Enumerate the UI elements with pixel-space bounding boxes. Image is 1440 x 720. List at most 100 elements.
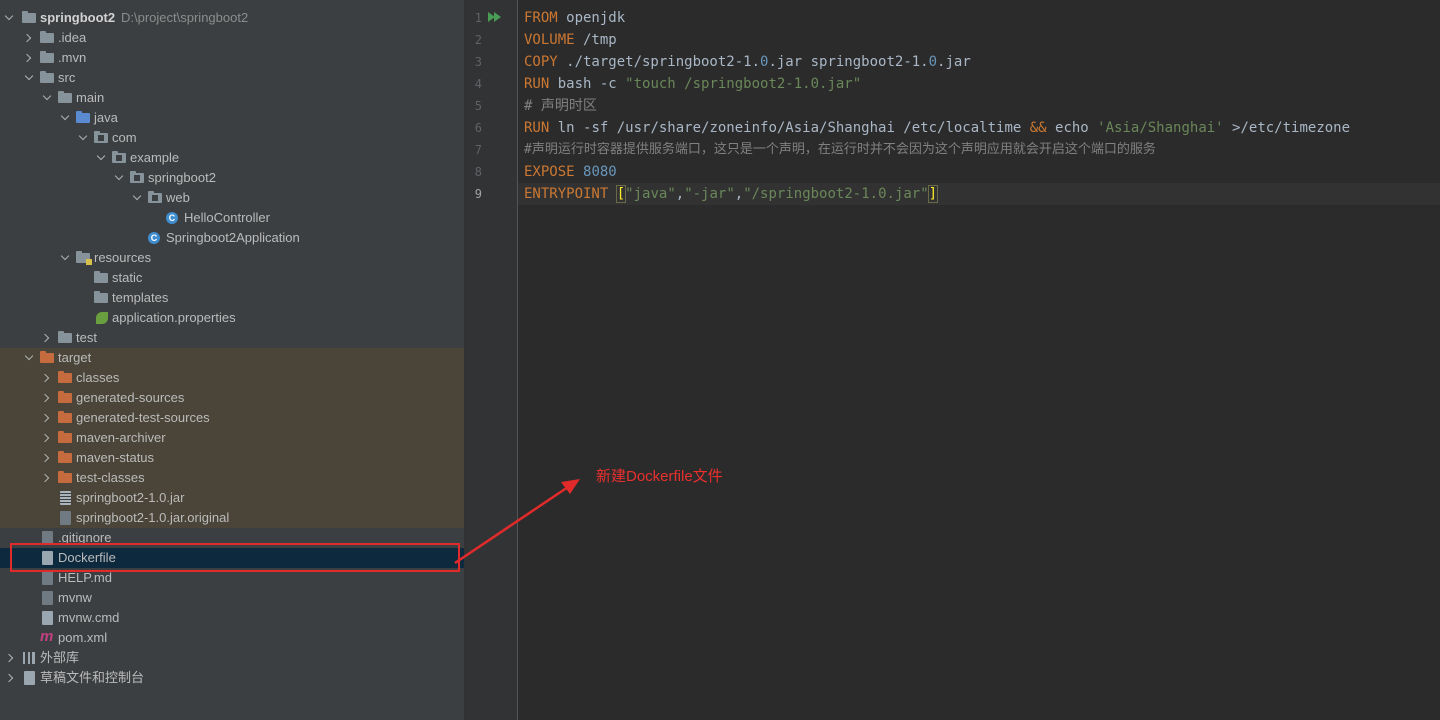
tree-row-mvnw[interactable]: mvnw: [0, 588, 464, 608]
maven-icon: m: [40, 628, 54, 645]
code-line-6[interactable]: RUN ln -sf /usr/share/zoneinfo/Asia/Shan…: [524, 117, 1434, 139]
tree-row-external-libraries[interactable]: 外部库: [0, 648, 464, 668]
tree-row-jar[interactable]: springboot2-1.0.jar: [0, 488, 464, 508]
tree-row-generated-sources[interactable]: generated-sources: [0, 388, 464, 408]
tree-label: com: [112, 130, 137, 145]
chevron-down-icon[interactable]: [96, 148, 108, 168]
tree-label: 外部库: [40, 650, 80, 665]
tree-row-test[interactable]: test: [0, 328, 464, 348]
tree-label: 草稿文件和控制台: [40, 670, 145, 685]
libraries-icon: [23, 652, 35, 664]
java-class-icon: C: [166, 212, 178, 224]
tree-row-main[interactable]: main: [0, 88, 464, 108]
tree-row-application-properties[interactable]: application.properties: [0, 308, 464, 328]
tree-row-pom-xml[interactable]: m pom.xml: [0, 628, 464, 648]
excluded-folder-icon: [58, 371, 72, 383]
chevron-right-icon[interactable]: [6, 648, 18, 668]
tree-label: web: [166, 190, 190, 205]
tree-row-test-classes[interactable]: test-classes: [0, 468, 464, 488]
tree-row-scratches[interactable]: 草稿文件和控制台: [0, 668, 464, 688]
tree-row-generated-test-sources[interactable]: generated-test-sources: [0, 408, 464, 428]
excluded-folder-icon: [58, 471, 72, 483]
code-line-2[interactable]: VOLUME /tmp: [524, 29, 1434, 51]
tree-row-src[interactable]: src: [0, 68, 464, 88]
chevron-down-icon[interactable]: [78, 128, 90, 148]
chevron-down-icon[interactable]: [24, 68, 36, 88]
chevron-right-icon[interactable]: [42, 428, 54, 448]
tree-label: generated-test-sources: [76, 410, 210, 425]
tree-row-maven-archiver[interactable]: maven-archiver: [0, 428, 464, 448]
tree-row-mvn[interactable]: .mvn: [0, 48, 464, 68]
tree-row-templates[interactable]: templates: [0, 288, 464, 308]
code-line-5[interactable]: # 声明时区: [524, 95, 1434, 117]
scratches-icon: [24, 671, 35, 685]
code-token: .jar: [937, 54, 971, 70]
tree-row-com[interactable]: com: [0, 128, 464, 148]
tree-row-resources[interactable]: resources: [0, 248, 464, 268]
line-number: 4: [474, 77, 482, 91]
code-editor[interactable]: 1 2 3 4 5 6 7 8 9 FROM openjdk VOLUME /t…: [466, 0, 1440, 720]
excluded-folder-icon: [58, 451, 72, 463]
code-line-3[interactable]: COPY ./target/springboot2-1. 0.jar spring…: [524, 51, 1434, 73]
chevron-right-icon[interactable]: [42, 448, 54, 468]
tree-row-jar-original[interactable]: springboot2-1.0.jar.original: [0, 508, 464, 528]
tree-row-idea[interactable]: .idea: [0, 28, 464, 48]
text-file-icon: [42, 611, 53, 625]
chevron-down-icon[interactable]: [114, 168, 126, 188]
chevron-right-icon[interactable]: [42, 408, 54, 428]
line-number: 5: [474, 99, 482, 113]
chevron-right-icon[interactable]: [42, 468, 54, 488]
line-number: 2: [474, 33, 482, 47]
tree-row-springboot2application[interactable]: C Springboot2Application: [0, 228, 464, 248]
tree-row-classes[interactable]: classes: [0, 368, 464, 388]
package-icon: [94, 131, 108, 143]
source-folder-icon: [76, 111, 90, 123]
tree-label: springboot2-1.0.jar.original: [76, 510, 230, 525]
root-name: springboot2: [40, 10, 116, 25]
code-token: /tmp: [574, 32, 617, 48]
tree-row-springboot2-pkg[interactable]: springboot2: [0, 168, 464, 188]
tree-row-mvnw-cmd[interactable]: mvnw.cmd: [0, 608, 464, 628]
chevron-down-icon[interactable]: [60, 248, 72, 268]
code-line-9[interactable]: ENTRYPOINT ["java","-jar","/springboot2-…: [518, 183, 1440, 205]
shell-script-icon: [42, 591, 53, 605]
chevron-down-icon[interactable]: [24, 348, 36, 368]
chevron-down-icon[interactable]: [42, 88, 54, 108]
unknown-file-icon: [60, 511, 71, 525]
tree-row-target[interactable]: target: [0, 348, 464, 368]
folder-icon: [94, 271, 108, 283]
chevron-right-icon[interactable]: [42, 368, 54, 388]
line-number: 8: [474, 165, 482, 179]
string-token: "/springboot2-1.0.jar": [743, 186, 929, 202]
chevron-down-icon[interactable]: [132, 188, 144, 208]
editor-gutter: 1 2 3 4 5 6 7 8 9: [466, 0, 518, 720]
run-gutter-icon[interactable]: [494, 12, 501, 22]
string-token: "touch /springboot2-1.0.jar": [625, 76, 862, 92]
tree-row-example[interactable]: example: [0, 148, 464, 168]
code-line-1[interactable]: FROM openjdk: [524, 7, 1434, 29]
code-line-8[interactable]: EXPOSE 8080: [524, 161, 1434, 183]
chevron-right-icon[interactable]: [42, 388, 54, 408]
operator-token: &&: [1029, 120, 1047, 136]
chevron-right-icon[interactable]: [24, 28, 36, 48]
tree-row-java[interactable]: java: [0, 108, 464, 128]
code-line-4[interactable]: RUN bash -c "touch /springboot2-1.0.jar": [524, 73, 1434, 95]
module-folder-icon: [22, 11, 36, 23]
line-number: 1: [474, 11, 482, 25]
folder-icon: [58, 91, 72, 103]
tree-row-root[interactable]: springboot2 D:\project\springboot2: [0, 8, 464, 28]
chevron-right-icon[interactable]: [6, 668, 18, 688]
tree-label: java: [94, 110, 118, 125]
chevron-down-icon[interactable]: [60, 108, 72, 128]
chevron-right-icon[interactable]: [42, 328, 54, 348]
code-line-7[interactable]: #声明运行时容器提供服务端口，这只是一个声明，在运行时并不会因为这个声明应用就会…: [524, 139, 1434, 161]
chevron-down-icon[interactable]: [4, 8, 16, 28]
tree-row-hellocontroller[interactable]: C HelloController: [0, 208, 464, 228]
tree-label: test-classes: [76, 470, 145, 485]
tree-row-static[interactable]: static: [0, 268, 464, 288]
package-icon: [130, 171, 144, 183]
excluded-folder-icon: [58, 411, 72, 423]
tree-row-maven-status[interactable]: maven-status: [0, 448, 464, 468]
chevron-right-icon[interactable]: [24, 48, 36, 68]
tree-row-web[interactable]: web: [0, 188, 464, 208]
